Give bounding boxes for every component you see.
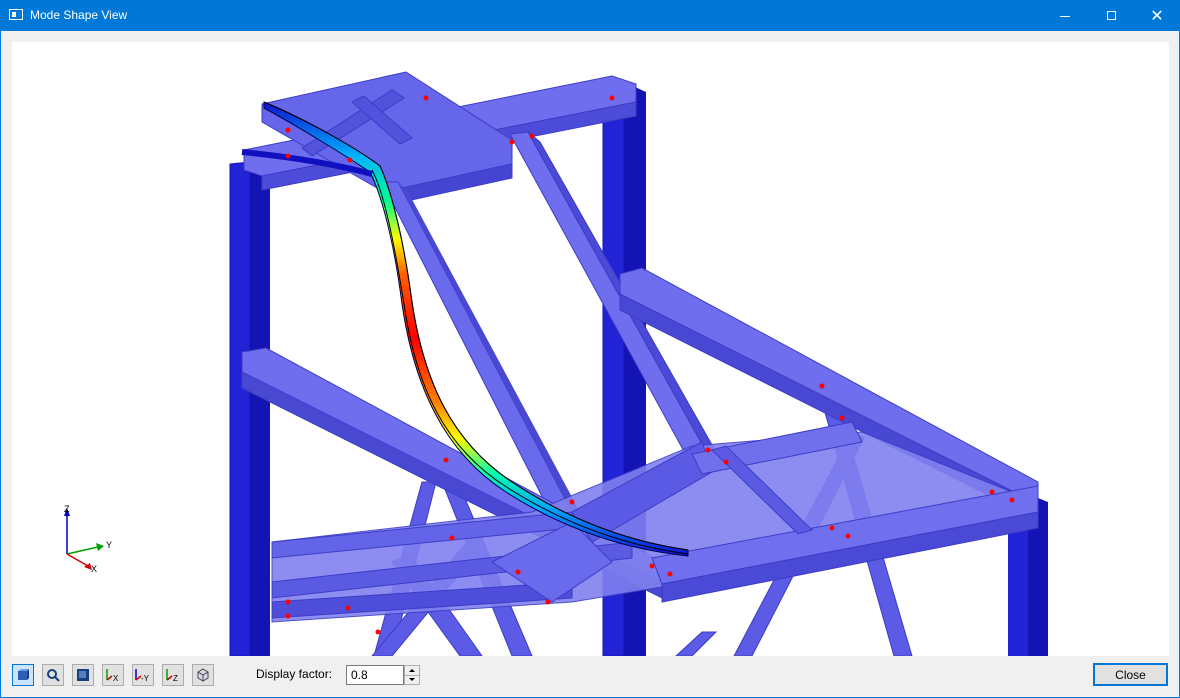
maximize-icon (1106, 11, 1116, 20)
view-z-icon: Z (166, 669, 178, 683)
display-factor-label: Display factor: (256, 667, 333, 681)
close-button[interactable]: Close (1093, 663, 1168, 686)
view-z-button[interactable]: Z (162, 664, 184, 686)
close-window-button[interactable]: ✕ (1134, 0, 1180, 31)
svg-text:Z: Z (173, 674, 178, 683)
view-toggle-button[interactable] (12, 664, 34, 686)
spinner-down-button[interactable] (405, 675, 419, 684)
render-mode-icon (77, 669, 89, 681)
minimize-button[interactable] (1042, 0, 1088, 31)
model-viewport[interactable]: Z Y X (12, 42, 1169, 656)
close-icon: ✕ (1150, 5, 1164, 25)
arrow-up-icon (409, 669, 415, 672)
structure-render: Z Y X (64, 71, 1048, 656)
axis-y-label: Y (106, 540, 112, 550)
maximize-button[interactable] (1088, 0, 1134, 31)
window-title: Mode Shape View (30, 8, 128, 22)
app-icon (9, 9, 23, 20)
view-minus-y-button[interactable]: -Y (132, 664, 154, 686)
zoom-button[interactable] (42, 664, 64, 686)
top-beams (243, 71, 637, 207)
magnifier-icon (47, 669, 60, 682)
view-x-icon: X (106, 669, 119, 683)
render-mode-button[interactable] (72, 664, 94, 686)
svg-text:-Y: -Y (141, 674, 150, 683)
isometric-button[interactable] (192, 664, 214, 686)
arrow-down-icon (409, 678, 415, 681)
display-factor-input[interactable]: 0.8 (346, 665, 404, 685)
minimize-icon (1060, 16, 1070, 17)
view-minus-y-icon: -Y (135, 669, 150, 683)
title-bar[interactable]: Mode Shape View ✕ (0, 0, 1180, 31)
svg-text:X: X (113, 674, 119, 683)
axis-triad: Z Y X (64, 504, 112, 574)
cube-select-icon (18, 669, 29, 680)
view-x-button[interactable]: X (102, 664, 124, 686)
axis-x-label: X (91, 564, 97, 574)
iso-view-icon (197, 668, 209, 682)
axis-z-label: Z (64, 504, 70, 514)
display-factor-spinner[interactable] (404, 665, 420, 685)
